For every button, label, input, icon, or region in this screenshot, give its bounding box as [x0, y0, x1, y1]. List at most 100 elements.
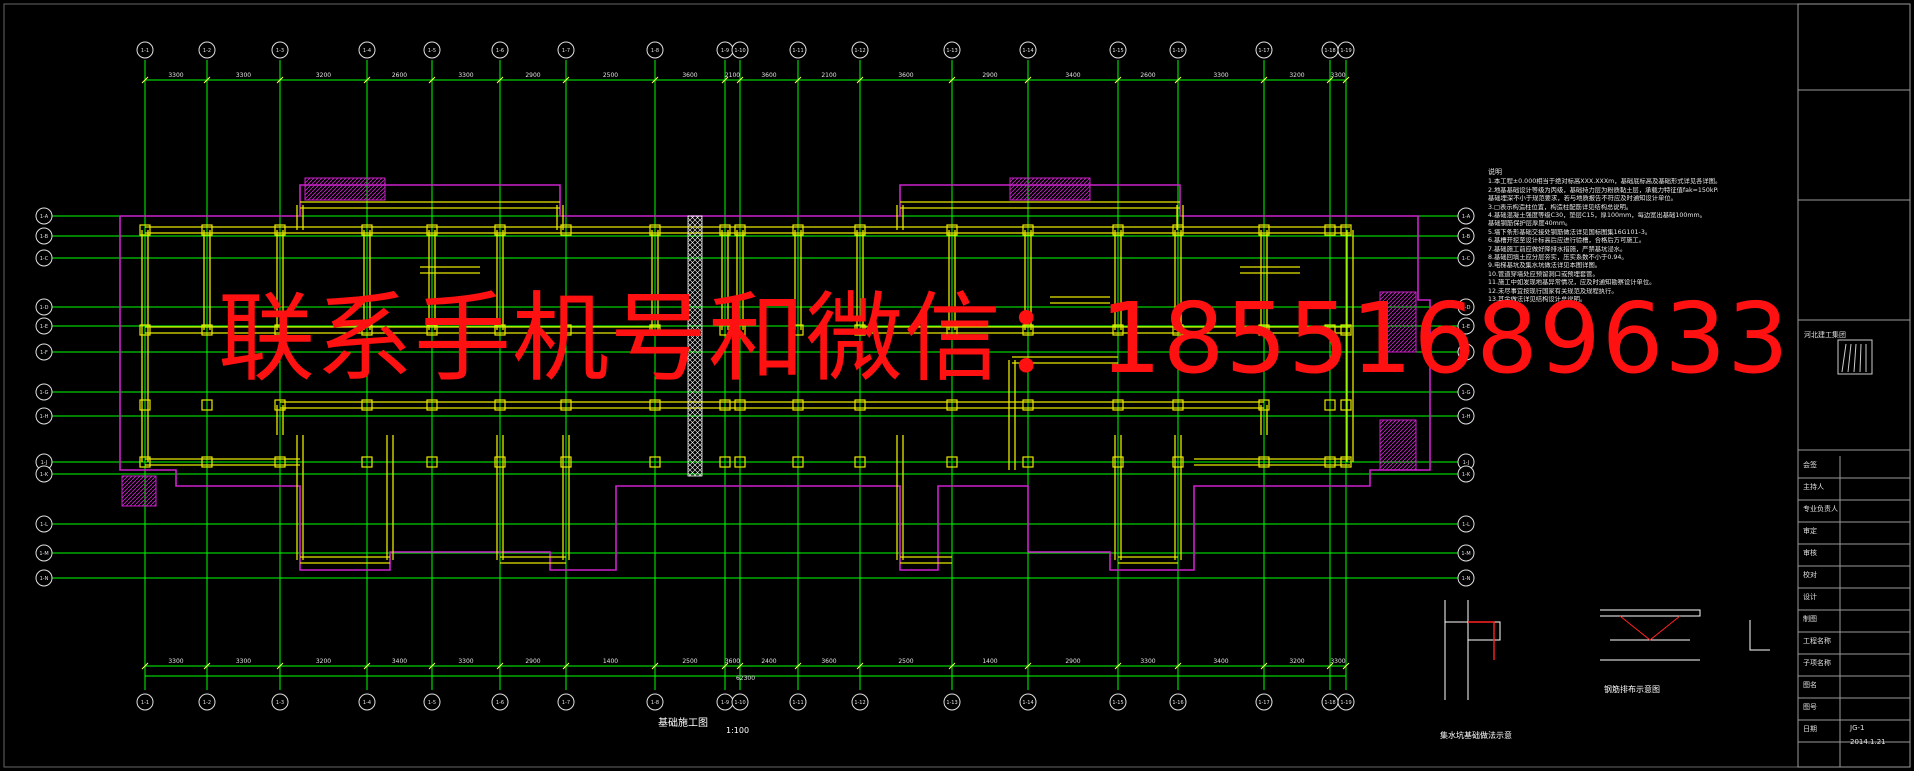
dims_bottom-label: 3400 — [1213, 658, 1228, 665]
title-block-row-label: 主持人 — [1803, 483, 1824, 491]
dims_bottom-label: 3300 — [168, 658, 183, 665]
axis-bubble-label: 1-1 — [141, 700, 149, 706]
axis-bubble-label: 1-B — [40, 234, 49, 240]
axis-bubble-label: 1-M — [39, 551, 48, 557]
note-line: 10.管道穿墙处应预留洞口或预埋套管。 — [1488, 270, 1599, 278]
axis-bubble-label: 1-5 — [428, 700, 436, 706]
axis-bubble-label: 1-K — [40, 472, 49, 478]
dims_top-label: 3300 — [168, 72, 183, 79]
note-line: 1.本工程±0.000相当于绝对标高XXX.XXXm，基础底标高及基础形式详见各… — [1488, 178, 1718, 186]
axis-bubble-label: 1-18 — [1324, 700, 1335, 706]
note-line: 4.基础混凝土强度等级C30，垫层C15，厚100mm，每边宽出基础100mm。 — [1488, 212, 1706, 220]
note-line: 2.地基基础设计等级为丙级，基础持力层为粉质黏土层，承载力特征值fak=150k… — [1488, 186, 1718, 194]
dims_bottom-label: 3300 — [1330, 658, 1345, 665]
dims_top-label: 3200 — [316, 72, 331, 79]
dims_top-label: 3200 — [1289, 72, 1304, 79]
axis-bubble-label: 1-F — [40, 350, 48, 356]
axis-bubble-label: 1-13 — [946, 700, 957, 706]
axis-bubble-label: 1-11 — [792, 700, 803, 706]
dims_top-label: 3300 — [1213, 72, 1228, 79]
axis-bubble-label: 1-M — [1461, 551, 1470, 557]
axis-bubble-label: 1-H — [1462, 414, 1471, 420]
title-block-row-label: 工程名称 — [1803, 637, 1831, 645]
dims_bottom-label: 3200 — [316, 658, 331, 665]
title-block-row-label: 审定 — [1803, 527, 1817, 535]
axis-bubble-label: 1-14 — [1022, 700, 1033, 706]
axis-bubble-label: 1-12 — [854, 48, 865, 54]
note-line: 基础钢筋保护层厚度40mm。 — [1488, 220, 1572, 228]
axis-bubble-label: 1-A — [1462, 214, 1471, 220]
note-line: 3.□表示构造柱位置，构造柱配筋详见结构总说明。 — [1488, 203, 1633, 211]
axis-bubble-label: 1-17 — [1258, 48, 1269, 54]
title-block-sheet-no: JG-1 — [1850, 724, 1865, 732]
dims_bottom-label: 3600 — [821, 658, 836, 665]
axis-bubble-label: 1-16 — [1172, 700, 1183, 706]
dims_top-label: 3400 — [1065, 72, 1080, 79]
axis-bubble-label: 1-D — [40, 305, 49, 311]
axis-bubble-label: 1-6 — [496, 48, 504, 54]
note-line: 6.基槽开挖至设计标高后应进行验槽，合格后方可施工。 — [1488, 237, 1646, 245]
dims_bottom-label: 3400 — [392, 658, 407, 665]
dims_bottom-label: 2900 — [1065, 658, 1080, 665]
axis-bubble-label: 1-K — [1462, 472, 1471, 478]
axis-bubble-label: 1-A — [40, 214, 49, 220]
axis-bubble-label: 1-11 — [792, 48, 803, 54]
axis-bubble-label: 1-14 — [1022, 48, 1033, 54]
dims_top-label: 3300 — [458, 72, 473, 79]
note-line: 基础埋深不小于规范要求，若与地质报告不符应及时通知设计单位。 — [1488, 195, 1677, 203]
dims_bottom-label: 2500 — [898, 658, 913, 665]
dims_top-label: 2600 — [1140, 72, 1155, 79]
axis-bubble-label: 1-16 — [1172, 48, 1183, 54]
title-block-row-label: 审核 — [1803, 549, 1817, 557]
axis-bubble-label: 1-B — [1462, 234, 1471, 240]
axis-bubble-label: 1-1 — [141, 48, 149, 54]
axis-bubble-label: 1-3 — [276, 48, 284, 54]
axis-bubble-label: 1-L — [1462, 522, 1470, 528]
note-line: 7.基础施工前应做好降排水措施，严禁基坑浸水。 — [1488, 245, 1627, 253]
axis-bubble-label: 1-19 — [1340, 700, 1351, 706]
axis-bubble-label: 1-C — [40, 256, 49, 262]
axis-bubble-label: 1-J — [1463, 460, 1470, 466]
axis-bubble-label: 1-E — [40, 324, 48, 330]
title-block-row-label: 专业负责人 — [1803, 505, 1838, 513]
dims_bottom-label: 3300 — [458, 658, 473, 665]
axis-bubble-label: 1-G — [39, 390, 48, 396]
dims_bottom-label: 3200 — [1289, 658, 1304, 665]
title-block-row-label: 制图 — [1803, 615, 1817, 623]
detail2-caption: 钢筋排布示意图 — [1604, 685, 1660, 694]
axis-bubble-label: 1-6 — [496, 700, 504, 706]
axis-bubble-label: 1-10 — [734, 700, 745, 706]
title-block-row-label: 子项名称 — [1803, 659, 1831, 667]
axis-bubble-label: 1-9 — [721, 700, 729, 706]
axis-bubble-label: 1-7 — [562, 48, 570, 54]
axis-bubble-label: 1-4 — [363, 700, 371, 706]
axis-bubble-label: 1-7 — [562, 700, 570, 706]
axis-bubble-label: 1-5 — [428, 48, 436, 54]
axis-bubble-label: 1-13 — [946, 48, 957, 54]
axis-bubble-label: 1-2 — [203, 48, 211, 54]
axis-bubble-label: 1-C — [1462, 256, 1471, 262]
axis-bubble-label: 1-12 — [854, 700, 865, 706]
dims_top-label: 3600 — [898, 72, 913, 79]
dims_bottom-label: 3600 — [725, 658, 740, 665]
title-block-row-label: 会签 — [1803, 461, 1817, 469]
plan-caption: 基础施工图 — [658, 718, 708, 729]
dims_top-label: 3600 — [761, 72, 776, 79]
hatch-area — [1379, 419, 1417, 471]
dims_top-label: 3300 — [236, 72, 251, 79]
dims_bottom-label: 2900 — [525, 658, 540, 665]
overall-dim-label: 62300 — [736, 675, 755, 682]
axis-bubble-label: 1-15 — [1112, 48, 1123, 54]
title-block-row-label: 校对 — [1803, 571, 1817, 579]
title-block-row-label: 图名 — [1803, 681, 1817, 689]
note-line: 9.电梯基坑及集水坑做法详见本图详图。 — [1488, 262, 1602, 270]
axis-bubble-label: 1-15 — [1112, 700, 1123, 706]
dims_bottom-label: 1400 — [982, 658, 997, 665]
axis-bubble-label: 1-10 — [734, 48, 745, 54]
title-block-row-label: 图号 — [1803, 703, 1817, 711]
dims_top-label: 2100 — [725, 72, 740, 79]
plan-scale: 1:100 — [726, 726, 750, 735]
dims_bottom-label: 1400 — [603, 658, 618, 665]
notes-title: 说明 — [1488, 168, 1502, 176]
title-block-row-label: 日期 — [1803, 725, 1817, 733]
